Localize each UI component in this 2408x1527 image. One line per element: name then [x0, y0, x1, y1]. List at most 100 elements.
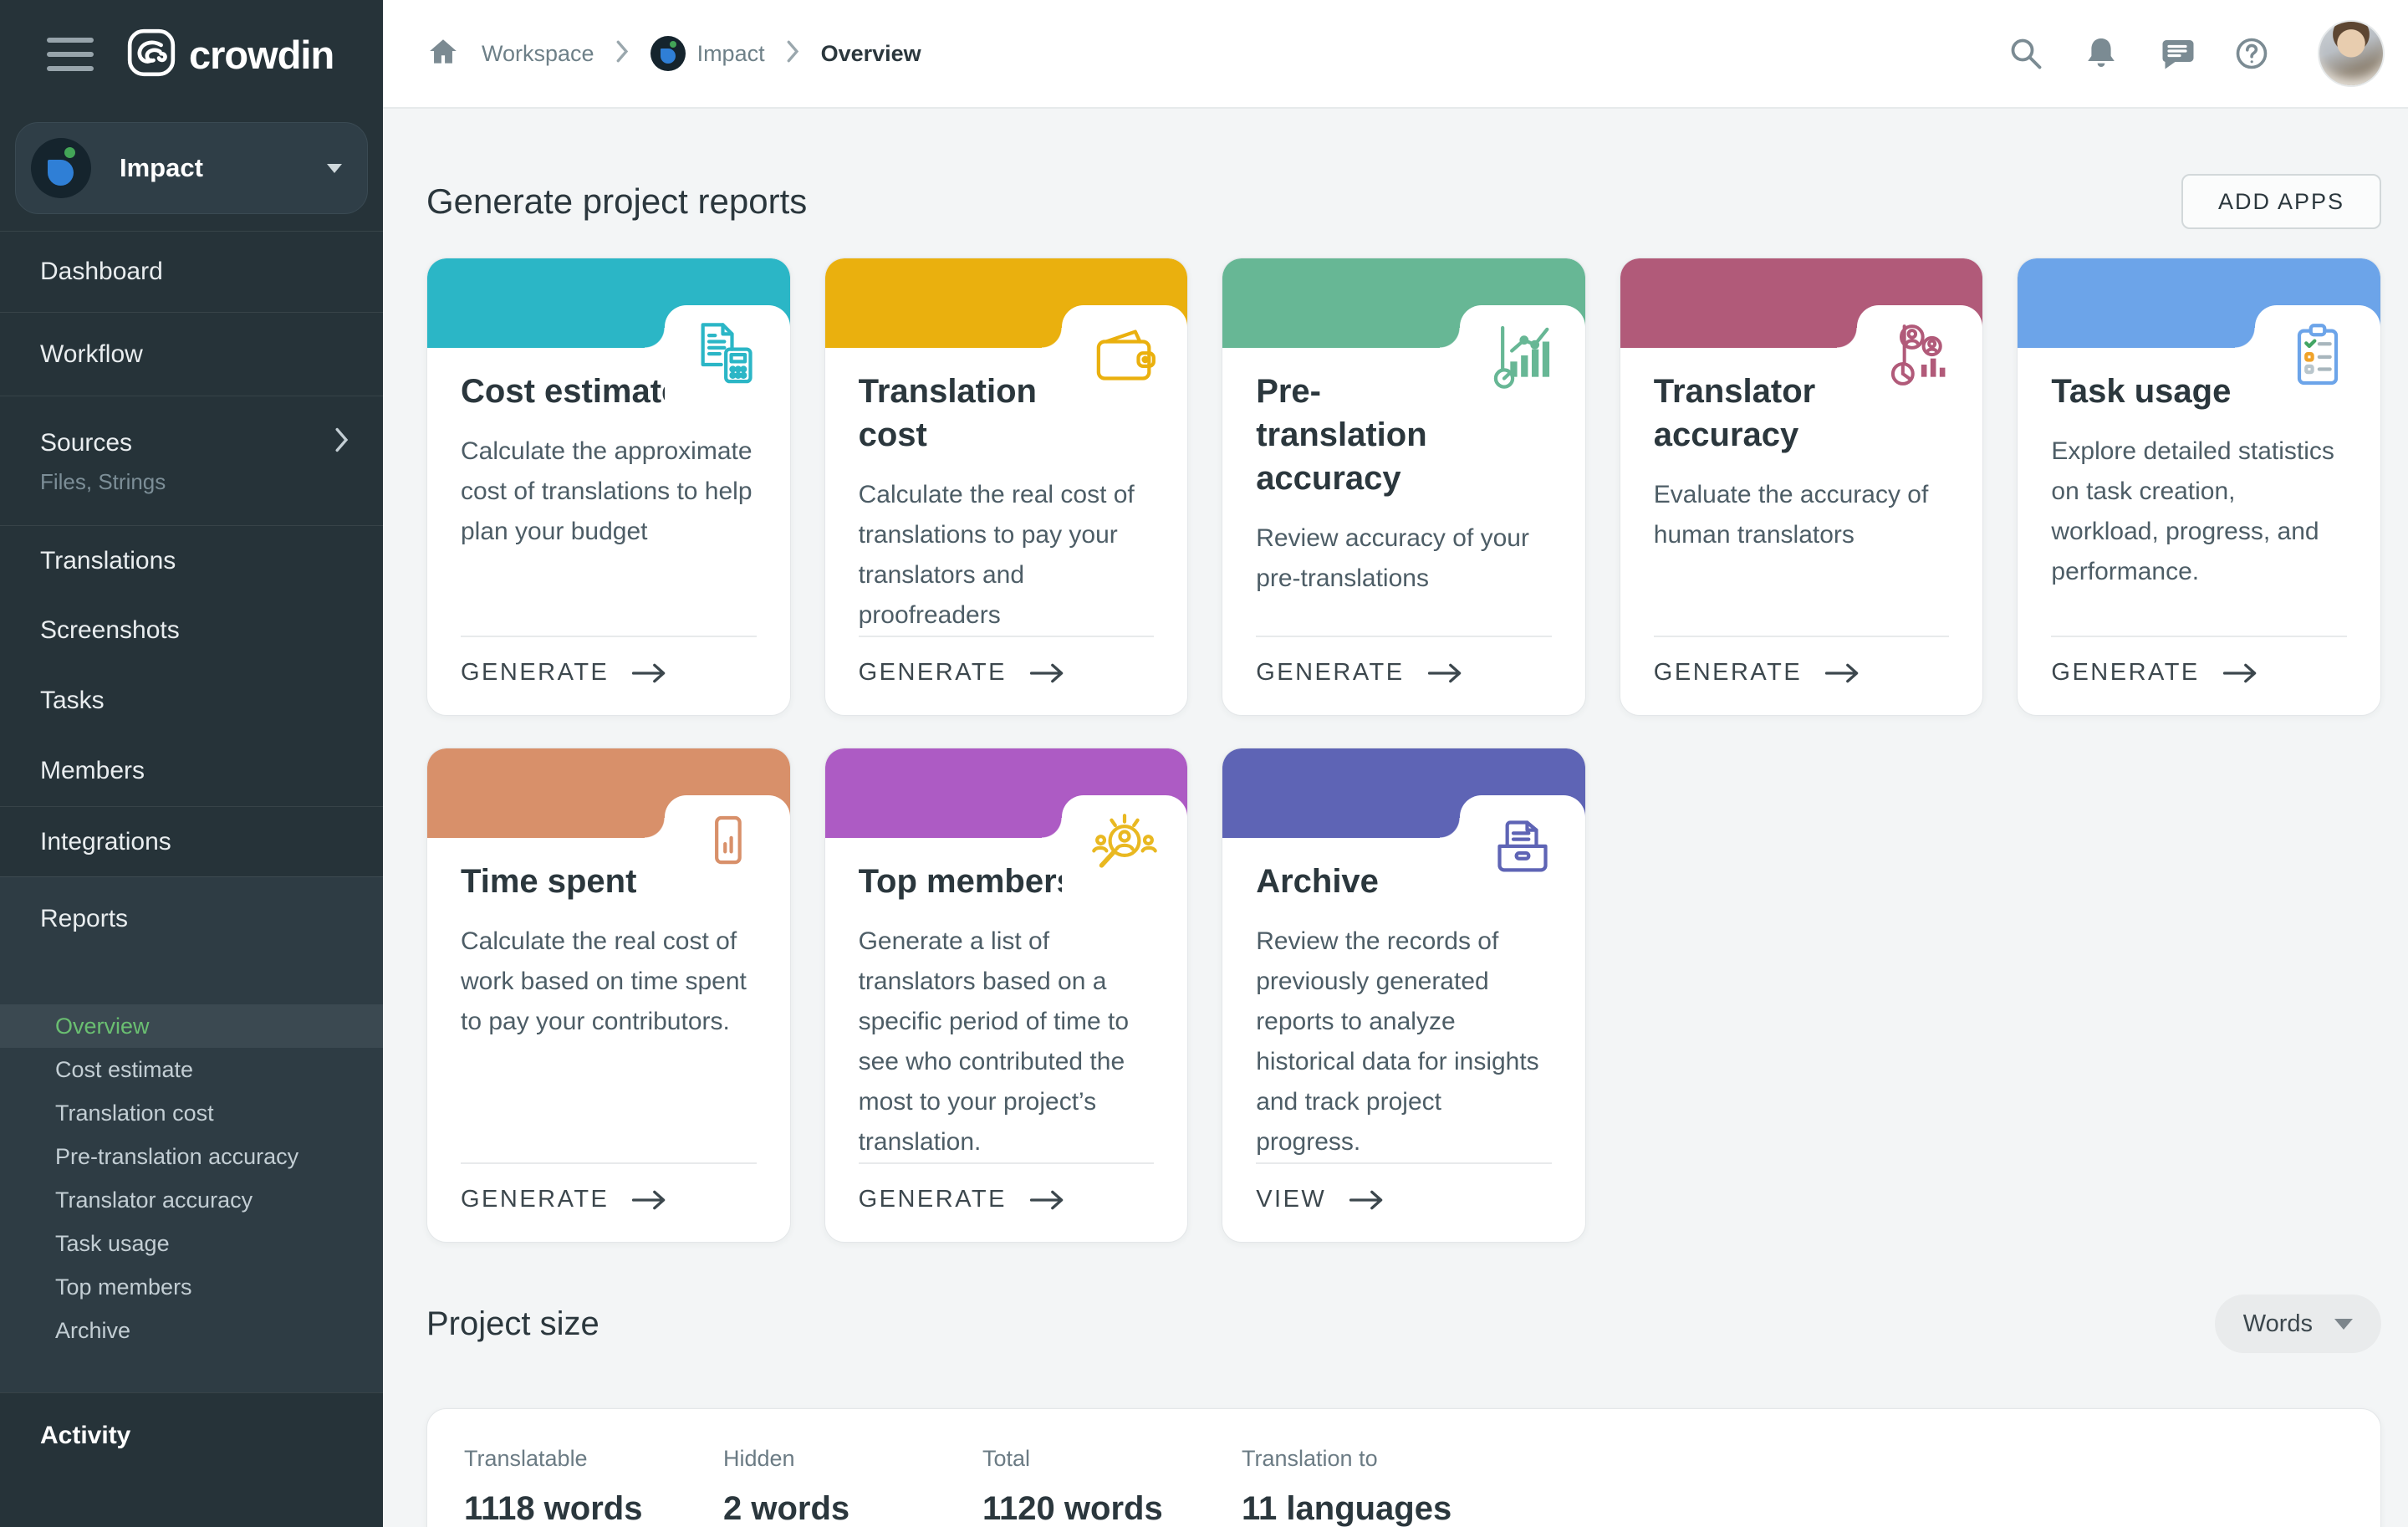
- card-description: Evaluate the accuracy of human translato…: [1654, 475, 1950, 555]
- card-title: Top members: [859, 860, 1084, 903]
- sidebar-item-dashboard[interactable]: Dashboard: [0, 231, 383, 312]
- project-avatar-small: [650, 36, 686, 71]
- generate-button[interactable]: GENERATE: [1654, 636, 1950, 715]
- card-task-usage: Task usage Explore detailed statistics o…: [2017, 258, 2381, 716]
- home-icon[interactable]: [426, 35, 460, 73]
- sidebar-nav: Dashboard Workflow Sources Files, String…: [0, 231, 383, 1527]
- stat-translatable: Translatable 1118 words 0 words in dupli…: [464, 1446, 723, 1527]
- card-description: Review the records of previously generat…: [1256, 922, 1552, 1162]
- messages-icon[interactable]: [2157, 34, 2196, 73]
- reports-submenu-top-members[interactable]: Top members: [0, 1265, 383, 1309]
- reports-submenu-archive[interactable]: Archive: [0, 1309, 383, 1352]
- wallet-icon: [1062, 305, 1187, 422]
- generate-button[interactable]: GENERATE: [859, 1162, 1155, 1242]
- member-search-icon: [1062, 795, 1187, 912]
- sidebar-item-members[interactable]: Members: [0, 736, 383, 806]
- card-translation-cost: Translation cost Calculate the real cost…: [824, 258, 1189, 716]
- card-title: Translation cost: [859, 370, 1084, 457]
- reports-submenu-cost-estimate[interactable]: Cost estimate: [0, 1048, 383, 1091]
- chevron-right-icon: [334, 427, 349, 459]
- user-avatar[interactable]: [2319, 22, 2383, 85]
- card-description: Calculate the real cost of work based on…: [461, 922, 757, 1042]
- topbar: Workspace Impact Overview: [383, 0, 2408, 109]
- reports-submenu-translator-accuracy[interactable]: Translator accuracy: [0, 1178, 383, 1222]
- chart-gauge-icon: [1460, 305, 1585, 422]
- card-description: Calculate the approximate cost of transl…: [461, 432, 757, 552]
- arrow-right-icon: [1426, 661, 1467, 686]
- card-title: Time spent: [461, 860, 686, 903]
- sidebar-item-sources[interactable]: Sources Files, Strings: [0, 396, 383, 525]
- card-description: Explore detailed statistics on task crea…: [2051, 432, 2347, 592]
- arrow-right-icon: [1824, 661, 1864, 686]
- hamburger-menu-icon[interactable]: [47, 38, 94, 71]
- project-selector[interactable]: Impact: [15, 122, 368, 214]
- sidebar-item-activity[interactable]: Activity: [0, 1392, 383, 1466]
- sidebar-item-integrations[interactable]: Integrations: [0, 806, 383, 876]
- reports-submenu-overview[interactable]: Overview: [0, 1004, 383, 1048]
- arrow-right-icon: [1348, 1187, 1388, 1213]
- card-title: Pre-translation accuracy: [1256, 370, 1482, 500]
- card-description: Review accuracy of your pre-translations: [1256, 518, 1552, 599]
- invoice-calculator-icon: [665, 305, 790, 422]
- brand-row: crowdin: [0, 0, 383, 109]
- sidebar: crowdin Impact Dashboard Workflow Source…: [0, 0, 383, 1527]
- arrow-right-icon: [630, 1187, 671, 1213]
- reports-submenu-pre-translation-accuracy[interactable]: Pre-translation accuracy: [0, 1135, 383, 1178]
- help-icon[interactable]: [2232, 34, 2271, 73]
- chevron-down-icon: [327, 164, 342, 173]
- clipboard-checklist-icon: [2255, 305, 2380, 422]
- arrow-right-icon: [1028, 1187, 1069, 1213]
- unit-selector-dropdown[interactable]: Words: [2215, 1295, 2381, 1353]
- arrow-right-icon: [2222, 661, 2262, 686]
- crowdin-wordmark: crowdin: [189, 32, 334, 78]
- generate-button[interactable]: GENERATE: [859, 636, 1155, 715]
- stat-translation-to: Translation to 11 languages: [1242, 1446, 1451, 1527]
- card-cost-estimate: Cost estimate Calculate the approximate …: [426, 258, 791, 716]
- caret-down-icon: [2334, 1319, 2353, 1330]
- notifications-bell-icon[interactable]: [2082, 34, 2120, 73]
- card-archive: Archive Review the records of previously…: [1222, 748, 1586, 1243]
- arrow-right-icon: [630, 661, 671, 686]
- stat-total: Total 1120 words: [982, 1446, 1242, 1527]
- sidebar-item-workflow[interactable]: Workflow: [0, 312, 383, 396]
- people-chart-icon: [1857, 305, 1982, 422]
- sources-sublabel: Files, Strings: [40, 469, 349, 495]
- phone-bars-icon: [665, 795, 790, 912]
- report-cards-grid: Cost estimate Calculate the approximate …: [426, 258, 2381, 1243]
- chevron-right-icon: [787, 40, 799, 67]
- project-avatar: [31, 138, 91, 198]
- chevron-right-icon: [616, 40, 629, 67]
- sidebar-item-screenshots[interactable]: Screenshots: [0, 595, 383, 666]
- generate-button[interactable]: GENERATE: [2051, 636, 2347, 715]
- sidebar-reports-section: Reports Overview Cost estimate Translati…: [0, 876, 383, 1392]
- generate-button[interactable]: GENERATE: [1256, 636, 1552, 715]
- card-top-members: Top members Generate a list of translato…: [824, 748, 1189, 1243]
- breadcrumb-workspace[interactable]: Workspace: [482, 41, 594, 67]
- card-title: Cost estimate: [461, 370, 686, 413]
- sidebar-item-reports[interactable]: Reports: [0, 877, 383, 961]
- sidebar-item-tasks[interactable]: Tasks: [0, 666, 383, 736]
- view-button[interactable]: VIEW: [1256, 1162, 1552, 1242]
- card-description: Generate a list of translators based on …: [859, 922, 1155, 1162]
- add-apps-button[interactable]: ADD APPS: [2181, 174, 2381, 229]
- page-title: Generate project reports: [426, 181, 807, 222]
- breadcrumb-project[interactable]: Impact: [650, 36, 765, 71]
- main-content: Generate project reports ADD APPS: [383, 109, 2408, 1527]
- card-title: Archive: [1256, 860, 1482, 903]
- search-icon[interactable]: [2007, 34, 2045, 73]
- card-title: Translator accuracy: [1654, 370, 1880, 457]
- generate-button[interactable]: GENERATE: [461, 636, 757, 715]
- card-time-spent: Time spent Calculate the real cost of wo…: [426, 748, 791, 1243]
- arrow-right-icon: [1028, 661, 1069, 686]
- reports-submenu-translation-cost[interactable]: Translation cost: [0, 1091, 383, 1135]
- card-description: Calculate the real cost of translations …: [859, 475, 1155, 636]
- project-size-title: Project size: [426, 1305, 599, 1343]
- crowdin-logo[interactable]: crowdin: [125, 27, 334, 83]
- card-pre-translation-accuracy: Pre-translation accuracy Review accuracy…: [1222, 258, 1586, 716]
- project-size-stats: Translatable 1118 words 0 words in dupli…: [426, 1408, 2381, 1527]
- project-name: Impact: [120, 153, 203, 183]
- sidebar-item-translations[interactable]: Translations: [0, 525, 383, 595]
- archive-drawer-icon: [1460, 795, 1585, 912]
- reports-submenu-task-usage[interactable]: Task usage: [0, 1222, 383, 1265]
- generate-button[interactable]: GENERATE: [461, 1162, 757, 1242]
